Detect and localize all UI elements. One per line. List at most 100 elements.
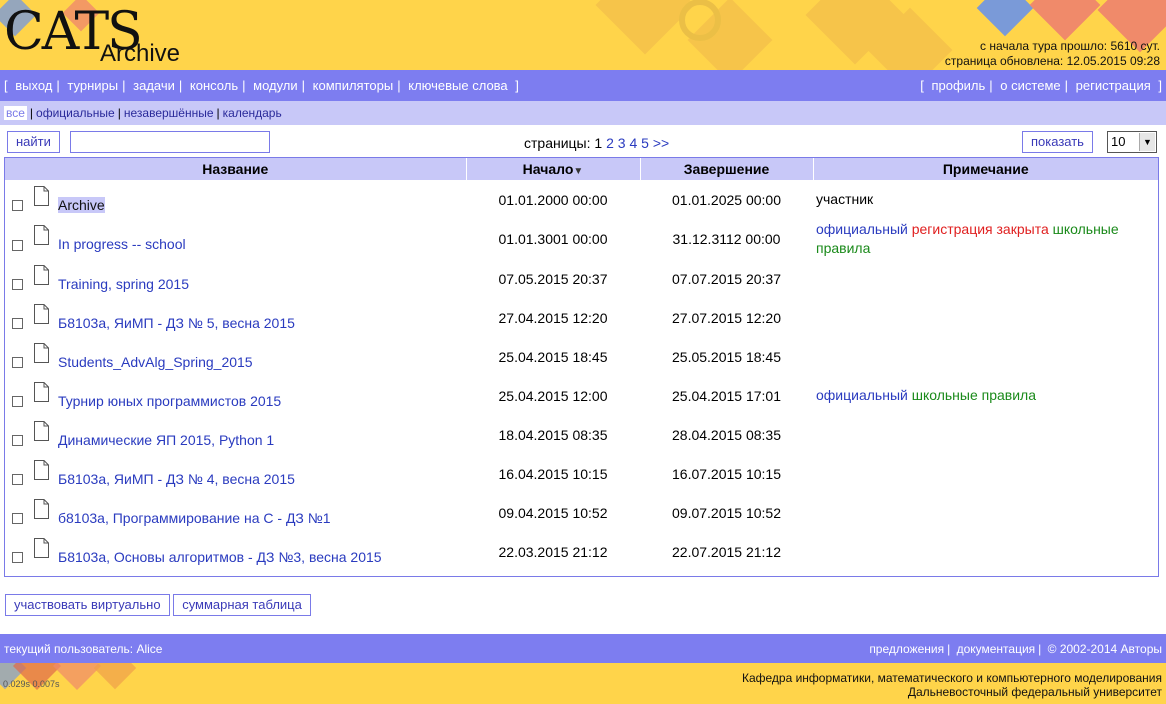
nav-problems[interactable]: задачи (133, 78, 175, 93)
row-checkbox[interactable] (12, 279, 23, 290)
page-link-3[interactable]: 3 (618, 135, 626, 151)
document-icon (34, 342, 49, 363)
elapsed-time: с начала тура прошло: 5610 сут. (980, 39, 1160, 53)
contest-note (813, 493, 1158, 532)
show-button[interactable]: показать (1022, 131, 1093, 153)
page-link-5[interactable]: 5 (641, 135, 649, 151)
contest-link[interactable]: Б8103а, ЯиМП - ДЗ № 5, весна 2015 (58, 315, 295, 331)
document-icon (34, 381, 49, 402)
contest-link[interactable]: In progress -- school (58, 236, 186, 252)
filter-all[interactable]: все (4, 106, 27, 120)
contest-end: 16.07.2015 10:15 (672, 465, 781, 482)
contest-note (813, 415, 1158, 454)
table-row: Training, spring 2015 07.05.2015 20:37 07.… (5, 259, 1158, 298)
current-user: текущий пользователь: Alice (4, 641, 163, 656)
col-note[interactable]: Примечание (813, 158, 1158, 180)
contest-start: 16.04.2015 10:15 (498, 465, 608, 482)
col-name[interactable]: Название (5, 158, 467, 180)
main-nav-right: [ профиль | о системе | регистрация ] (920, 78, 1162, 93)
nav-profile[interactable]: профиль (931, 78, 985, 93)
row-checkbox[interactable] (12, 513, 23, 524)
nav-modules[interactable]: модули (253, 78, 298, 93)
contest-link[interactable]: Турнир юных программистов 2015 (58, 393, 281, 409)
university-name: Дальневосточный федеральный университет (907, 685, 1162, 699)
contest-start: 18.04.2015 08:35 (498, 426, 608, 443)
table-row: Б8103а, Основы алгоритмов - ДЗ №3, весна… (5, 532, 1158, 571)
row-checkbox[interactable] (12, 318, 23, 329)
contest-link[interactable]: Б8103а, Основы алгоритмов - ДЗ №3, весна… (58, 549, 382, 565)
contest-link[interactable]: Students_AdvAlg_Spring_2015 (58, 354, 253, 370)
table-row: Б8103а, ЯиМП - ДЗ № 4, весна 2015 16.04.2… (5, 454, 1158, 493)
contest-end: 28.04.2015 08:35 (672, 426, 781, 443)
participate-virtual-button[interactable]: участвовать виртуально (5, 594, 170, 616)
footer-links: предложения | документация | © 2002-2014 А… (869, 641, 1162, 656)
contest-start: 25.04.2015 12:00 (498, 387, 608, 404)
footer-suggestions[interactable]: предложения (869, 642, 944, 656)
contest-start: 01.01.2000 00:00 (498, 191, 608, 208)
col-end[interactable]: Завершение (640, 158, 814, 180)
footer-info: 0.029s 0.007s Кафедра информатики, матем… (0, 663, 1166, 704)
note-official: официальный (816, 221, 908, 237)
search-input[interactable] (70, 131, 270, 153)
page-updated: страница обновлена: 12.05.2015 09:28 (944, 54, 1160, 68)
department-name: Кафедра информатики, математического и к… (741, 671, 1162, 685)
row-checkbox[interactable] (12, 474, 23, 485)
page-link-4[interactable]: 4 (629, 135, 637, 151)
nav-logout[interactable]: выход (15, 78, 52, 93)
document-icon (34, 264, 49, 285)
document-icon (34, 498, 49, 519)
contest-note (813, 298, 1158, 337)
col-start[interactable]: Начало▼ (466, 158, 641, 180)
contest-note (813, 454, 1158, 493)
nav-contests[interactable]: турниры (67, 78, 118, 93)
row-checkbox[interactable] (12, 552, 23, 563)
document-icon (34, 420, 49, 441)
pages-label: страницы: (524, 135, 591, 151)
table-row: б8103а, Программирование на С - ДЗ №1 09.… (5, 493, 1158, 532)
contest-link[interactable]: Archive (58, 196, 105, 213)
contest-start: 01.01.3001 00:00 (498, 231, 608, 247)
row-checkbox[interactable] (12, 239, 23, 251)
chevron-down-icon[interactable]: ▼ (1139, 133, 1155, 151)
row-checkbox[interactable] (12, 396, 23, 407)
page-next[interactable]: >> (653, 135, 669, 151)
tour-info: с начала тура прошло: 5610 сут. страница… (945, 39, 1160, 69)
contest-end: 07.07.2015 20:37 (672, 270, 781, 287)
toolbar: найти страницы: 1 2 3 4 5 >> показать 10… (0, 125, 1166, 157)
timing: 0.029s 0.007s (3, 679, 60, 689)
contest-note (813, 532, 1158, 571)
rows-per-page-select[interactable]: 10 ▼ (1107, 131, 1157, 153)
filter-official[interactable]: официальные (36, 106, 115, 120)
contest-link[interactable]: Динамические ЯП 2015, Python 1 (58, 432, 274, 448)
table-row: Archive 01.01.2000 00:00 01.01.2025 00:00 у… (5, 180, 1158, 219)
col-start-label: Начало (522, 161, 574, 177)
current-page: 1 (594, 135, 603, 151)
footer-docs[interactable]: документация (957, 642, 1036, 656)
filter-calendar[interactable]: календарь (223, 106, 282, 120)
summary-table-button[interactable]: суммарная таблица (173, 594, 311, 616)
note-official: официальный (816, 387, 908, 403)
nav-compilers[interactable]: компиляторы (313, 78, 394, 93)
filter-unfinished[interactable]: незавершённые (124, 106, 214, 120)
contest-start: 07.05.2015 20:37 (498, 270, 608, 287)
table-header-row: Название Начало▼ Завершение Примечание (5, 158, 1158, 180)
row-checkbox[interactable] (12, 435, 23, 446)
contest-note (813, 337, 1158, 376)
rows-per-page-value: 10 (1111, 134, 1126, 149)
contest-note: участник (813, 180, 1158, 219)
row-checkbox[interactable] (12, 200, 23, 211)
nav-console[interactable]: консоль (190, 78, 238, 93)
sort-desc-icon: ▼ (573, 166, 584, 177)
page-title: Archive (100, 40, 181, 67)
contest-link[interactable]: б8103а, Программирование на С - ДЗ №1 (58, 510, 331, 526)
page-link-2[interactable]: 2 (606, 135, 614, 151)
footer-bar: текущий пользователь: Alice предложения |… (0, 634, 1166, 663)
search-button[interactable]: найти (7, 131, 60, 153)
nav-register[interactable]: регистрация (1076, 78, 1151, 93)
row-checkbox[interactable] (12, 357, 23, 368)
table-row: Динамические ЯП 2015, Python 1 18.04.2015… (5, 415, 1158, 454)
nav-about[interactable]: о системе (1000, 78, 1060, 93)
contest-link[interactable]: Б8103а, ЯиМП - ДЗ № 4, весна 2015 (58, 471, 295, 487)
nav-keywords[interactable]: ключевые слова (408, 78, 507, 93)
contest-link[interactable]: Training, spring 2015 (58, 276, 189, 292)
